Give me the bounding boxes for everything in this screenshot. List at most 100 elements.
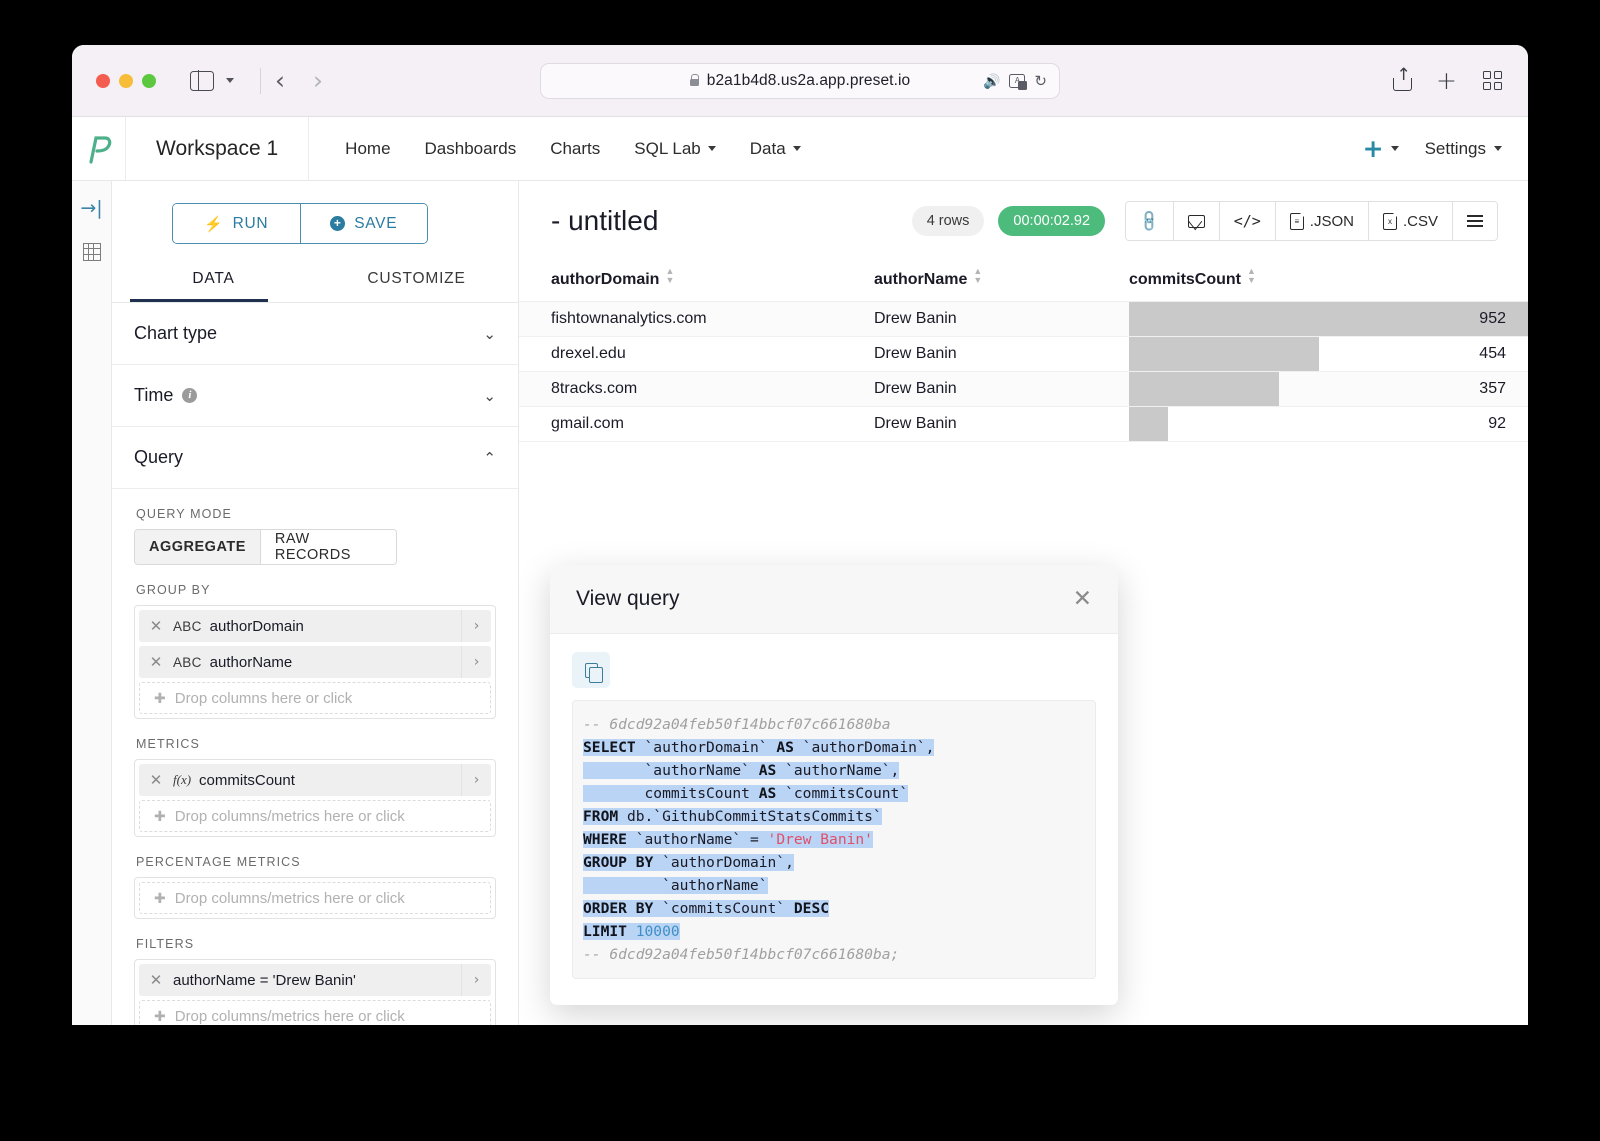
sort-icon: ▲ ▼ <box>665 266 675 285</box>
workspace-selector[interactable]: Workspace 1 <box>126 117 310 180</box>
column-header-authorname[interactable]: authorName ▲ ▼ <box>874 259 1129 302</box>
section-chart-type[interactable]: Chart type ⌄ <box>112 303 518 366</box>
metrics-label: METRICS <box>136 737 200 752</box>
close-window-button[interactable] <box>96 73 110 88</box>
section-query[interactable]: Query ⌃ <box>112 427 518 490</box>
translate-icon[interactable]: A <box>1009 73 1028 90</box>
group-by-dropzone[interactable]: ✕ ABC authorDomain › ✕ ABC authorName › … <box>134 605 496 720</box>
nav-item-home[interactable]: Home <box>345 139 390 159</box>
nav-item-sql-lab[interactable]: SQL Lab <box>634 139 716 159</box>
tab-customize[interactable]: CUSTOMIZE <box>315 260 518 302</box>
results-toolbar: 🔗 </> ≡ .JSON x .CSV <box>1125 201 1498 241</box>
cell-authordomain: 8tracks.com <box>519 371 874 407</box>
section-label-wrap: Time i <box>134 385 198 406</box>
section-label: Query <box>134 447 184 468</box>
chevron-right-icon[interactable]: › <box>461 646 491 679</box>
nav-item-data[interactable]: Data <box>750 139 801 159</box>
tab-overview-icon[interactable] <box>1483 71 1502 90</box>
window-controls[interactable] <box>96 73 156 88</box>
save-button[interactable]: + SAVE <box>299 204 427 244</box>
sql-hash-top: -- 6dcd92a04feb50f14bbcf07c661680ba <box>583 716 891 733</box>
group-by-chip-authorname[interactable]: ✕ ABC authorName › <box>139 646 491 679</box>
value-bar <box>1129 337 1320 371</box>
chevron-right-icon[interactable]: › <box>461 764 491 797</box>
table-body: fishtownanalytics.com Drew Banin 952 dre… <box>519 301 1528 442</box>
chevron-down-icon <box>707 146 716 151</box>
section-label: Chart type <box>134 323 218 344</box>
new-item-button[interactable]: + <box>1363 136 1399 161</box>
preset-logo[interactable] <box>72 117 126 180</box>
metric-type-label: f(x) <box>173 772 192 788</box>
remove-icon[interactable]: ✕ <box>139 971 173 989</box>
filter-chip-authorname[interactable]: ✕ authorName = 'Drew Banin' › <box>139 964 491 997</box>
expand-panel-button[interactable]: →| <box>80 197 102 219</box>
settings-menu[interactable]: Settings <box>1425 139 1502 159</box>
tab-data[interactable]: DATA <box>112 260 315 302</box>
chart-title[interactable]: - untitled <box>551 205 658 237</box>
chevron-right-icon[interactable]: › <box>461 964 491 997</box>
forward-button[interactable]: › <box>313 68 323 93</box>
embed-code-button[interactable]: </> <box>1218 202 1275 240</box>
minimize-window-button[interactable] <box>119 73 133 88</box>
column-header-authordomain[interactable]: authorDomain ▲ ▼ <box>519 259 874 302</box>
back-button[interactable]: ‹ <box>275 68 285 93</box>
cell-authorname: Drew Banin <box>874 301 1129 337</box>
csv-label: .CSV <box>1402 212 1438 230</box>
chevron-down-icon[interactable] <box>226 78 234 83</box>
reload-icon[interactable]: ↻ <box>1034 72 1047 90</box>
dataset-panel-button[interactable] <box>81 241 103 263</box>
placeholder-label: Drop columns/metrics here or click <box>174 1007 405 1025</box>
section-time[interactable]: Time i ⌄ <box>112 365 518 428</box>
metrics-dropzone[interactable]: ✕ f(x) commitsCount › ✚ Drop columns/met… <box>134 759 496 838</box>
download-json-button[interactable]: ≡ .JSON <box>1274 202 1368 240</box>
cell-commitscount: 454 <box>1129 336 1528 372</box>
filters-dropzone[interactable]: ✕ authorName = 'Drew Banin' › ✚ Drop col… <box>134 959 496 1025</box>
table-row[interactable]: fishtownanalytics.com Drew Banin 952 <box>519 301 1528 337</box>
percentage-metrics-dropzone[interactable]: ✚ Drop columns/metrics here or click <box>134 877 496 920</box>
metrics-placeholder[interactable]: ✚ Drop columns/metrics here or click <box>139 800 491 833</box>
group-by-placeholder[interactable]: ✚ Drop columns here or click <box>139 682 491 715</box>
share-icon[interactable] <box>1393 65 1413 91</box>
cell-authordomain: fishtownanalytics.com <box>519 301 874 337</box>
more-menu-button[interactable] <box>1452 202 1497 240</box>
header-label: authorDomain <box>551 271 660 288</box>
nav-item-dashboards[interactable]: Dashboards <box>425 139 517 159</box>
sidebar-toggle-icon[interactable] <box>190 69 214 92</box>
modal-title: View query <box>576 587 680 610</box>
group-by-chip-authordomain[interactable]: ✕ ABC authorDomain › <box>139 610 491 643</box>
table-row[interactable]: drexel.edu Drew Banin 454 <box>519 336 1528 372</box>
json-label: .JSON <box>1309 212 1354 230</box>
download-csv-button[interactable]: x .CSV <box>1367 202 1452 240</box>
run-button[interactable]: ⚡ RUN <box>173 204 300 244</box>
table-row[interactable]: 8tracks.com Drew Banin 357 <box>519 371 1528 407</box>
chevron-right-icon[interactable]: › <box>461 610 491 643</box>
share-link-button[interactable]: 🔗 <box>1126 202 1173 240</box>
address-bar-icons: 🔊 A ↻ <box>983 72 1047 90</box>
filters-placeholder[interactable]: ✚ Drop columns/metrics here or click <box>139 1000 491 1025</box>
speaker-icon[interactable]: 🔊 <box>983 74 1000 88</box>
remove-icon[interactable]: ✕ <box>139 653 173 671</box>
column-header-commitscount[interactable]: commitsCount ▲ ▼ <box>1129 259 1528 302</box>
nav-item-charts[interactable]: Charts <box>550 139 600 159</box>
new-tab-icon[interactable]: + <box>1436 68 1457 93</box>
email-button[interactable] <box>1172 202 1219 240</box>
copy-query-button[interactable] <box>572 652 610 688</box>
cell-commitscount: 357 <box>1129 371 1528 407</box>
maximize-window-button[interactable] <box>142 73 156 88</box>
close-icon[interactable]: ✕ <box>1073 587 1092 611</box>
address-bar[interactable]: b2a1b4d8.us2a.app.preset.io 🔊 A ↻ <box>540 62 1060 99</box>
code-icon: </> <box>1233 212 1261 230</box>
metric-chip-commitscount[interactable]: ✕ f(x) commitsCount › <box>139 764 491 797</box>
table-row[interactable]: gmail.com Drew Banin 92 <box>519 406 1528 442</box>
results-header: - untitled 4 rows 00:00:02.92 🔗 </> ≡ .JS… <box>519 181 1528 241</box>
percentage-metrics-placeholder[interactable]: ✚ Drop columns/metrics here or click <box>139 882 491 915</box>
remove-icon[interactable]: ✕ <box>139 617 173 635</box>
cell-authordomain: gmail.com <box>519 406 874 442</box>
remove-icon[interactable]: ✕ <box>139 771 173 789</box>
query-mode-raw-records[interactable]: RAW RECORDS <box>259 530 396 565</box>
sql-code-block[interactable]: -- 6dcd92a04feb50f14bbcf07c661680ba SELE… <box>572 700 1096 979</box>
plus-icon: ✚ <box>154 889 166 906</box>
info-icon[interactable]: i <box>182 388 198 404</box>
lock-icon <box>689 73 700 86</box>
query-mode-aggregate[interactable]: AGGREGATE <box>135 530 260 565</box>
